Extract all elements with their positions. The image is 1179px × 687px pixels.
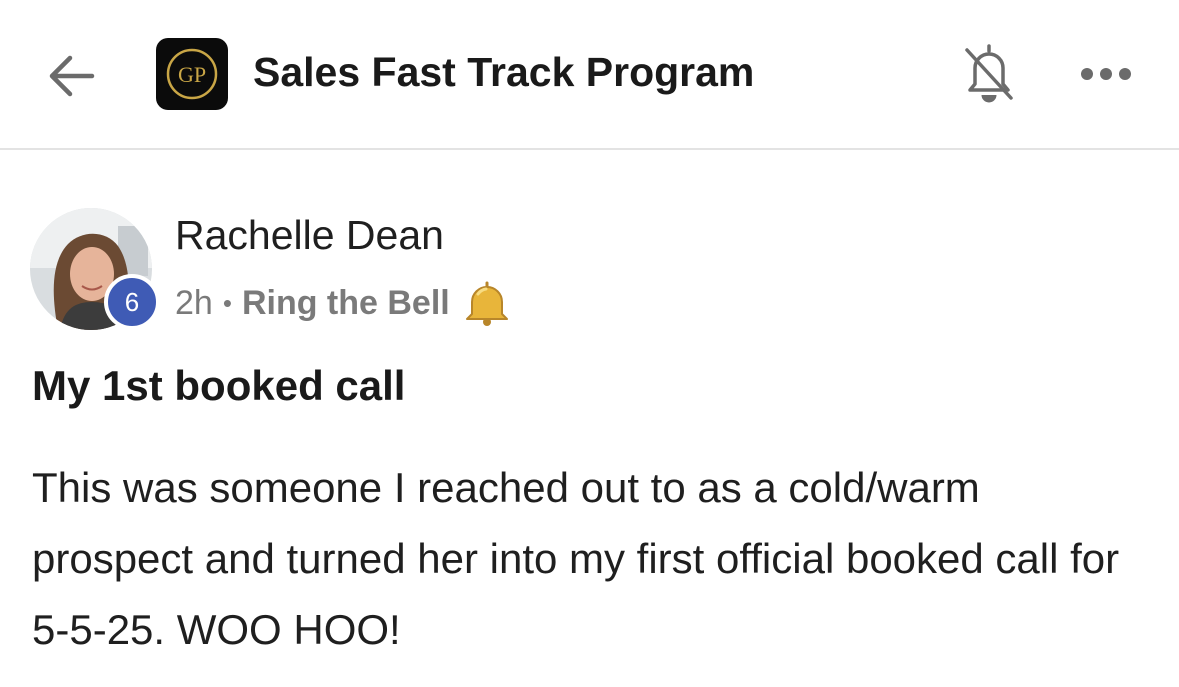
meta-separator: • xyxy=(222,287,232,318)
bell-emoji-icon xyxy=(462,280,512,326)
author-name[interactable]: Rachelle Dean xyxy=(175,212,444,259)
notifications-toggle-button[interactable] xyxy=(956,36,1022,108)
post-meta: 2h • Ring the Bell xyxy=(175,280,512,326)
more-horizontal-icon xyxy=(1081,68,1131,80)
arrow-left-icon xyxy=(49,55,95,97)
post-time: 2h xyxy=(175,283,213,322)
back-button[interactable] xyxy=(40,44,104,108)
more-options-button[interactable] xyxy=(1074,50,1138,98)
bell-off-icon xyxy=(965,44,1013,103)
group-logo-mark: GP xyxy=(166,48,218,100)
group-title: Sales Fast Track Program xyxy=(253,49,755,95)
post-body: This was someone I reached out to as a c… xyxy=(32,464,1120,653)
author-avatar-container[interactable]: 6 xyxy=(30,208,160,330)
app-header: GP Sales Fast Track Program xyxy=(0,0,1179,150)
group-logo-text: GP xyxy=(178,62,206,87)
post-category[interactable]: Ring the Bell xyxy=(242,284,450,323)
post-title[interactable]: My 1st booked call xyxy=(32,362,405,410)
level-badge: 6 xyxy=(104,274,160,330)
group-logo[interactable]: GP xyxy=(156,38,228,110)
